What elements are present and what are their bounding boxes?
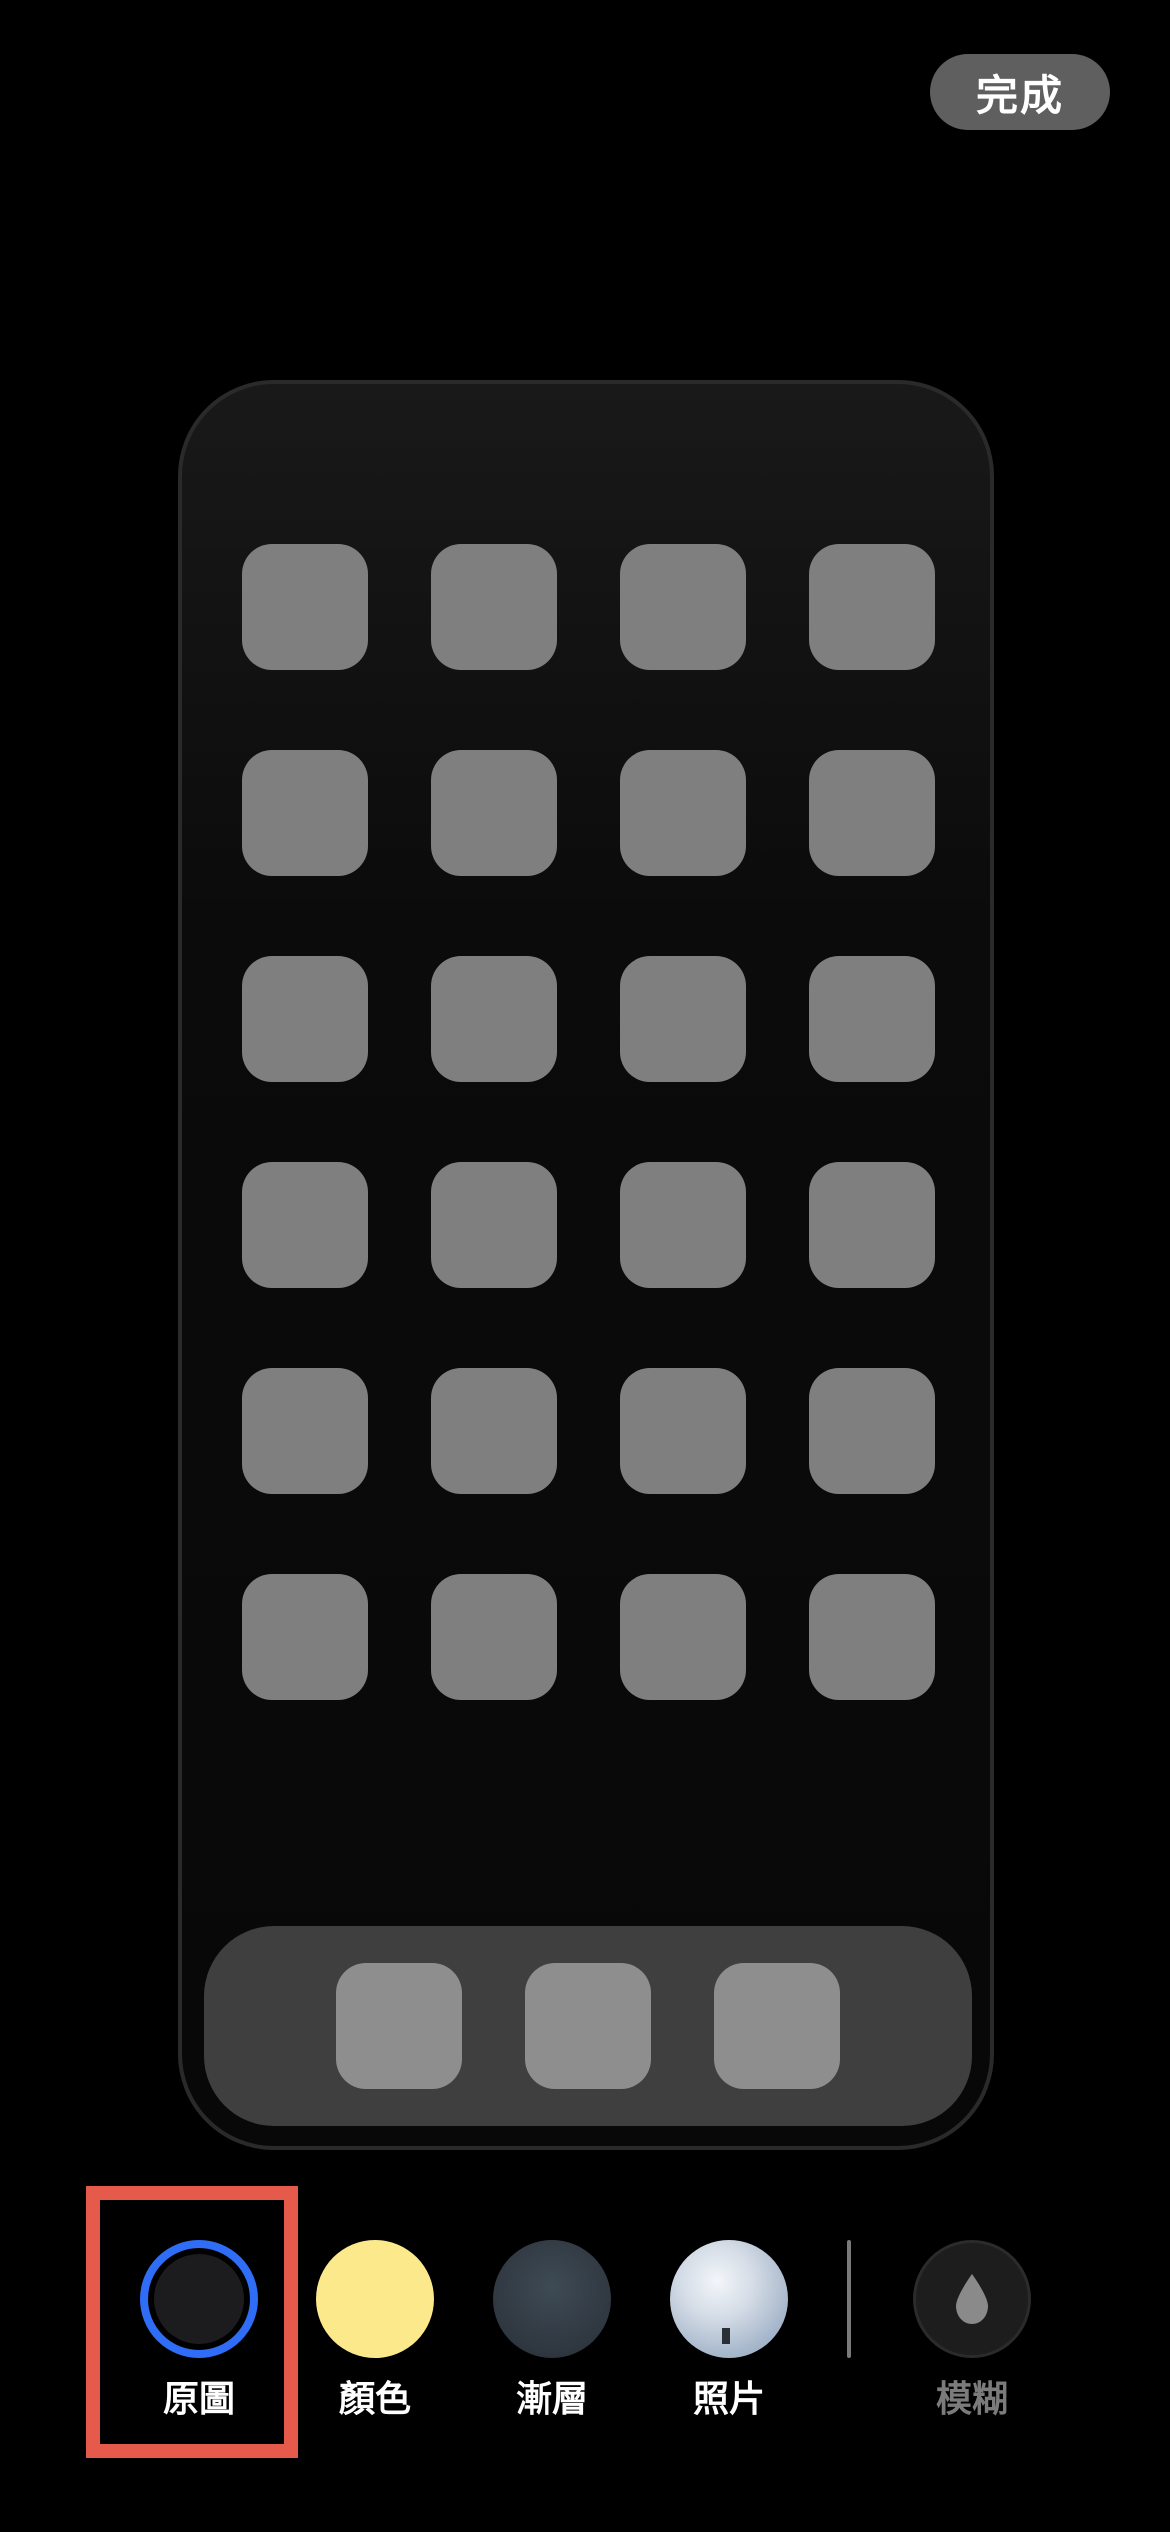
home-screen-preview xyxy=(178,380,994,2150)
wallpaper-option-blur[interactable]: 模糊 xyxy=(913,2240,1031,2422)
option-label: 照片 xyxy=(692,2379,765,2420)
app-icon-placeholder xyxy=(431,1574,557,1700)
wallpaper-option-photo[interactable]: 照片 xyxy=(670,2240,788,2422)
app-icon-grid xyxy=(242,544,938,1700)
color-swatch-icon[interactable] xyxy=(316,2240,434,2358)
app-icon-placeholder xyxy=(431,750,557,876)
option-label: 漸層 xyxy=(515,2379,588,2420)
gradient-swatch-icon[interactable] xyxy=(493,2240,611,2358)
option-label: 模糊 xyxy=(935,2379,1008,2420)
app-icon-placeholder xyxy=(431,956,557,1082)
app-icon-placeholder xyxy=(242,956,368,1082)
app-icon-placeholder xyxy=(809,1162,935,1288)
app-icon-placeholder xyxy=(620,1368,746,1494)
app-icon-placeholder xyxy=(620,1574,746,1700)
wallpaper-option-gradient[interactable]: 漸層 xyxy=(493,2240,611,2422)
app-icon-placeholder xyxy=(431,1368,557,1494)
dock-icon-placeholder xyxy=(525,1963,651,2089)
app-icon-placeholder xyxy=(431,1162,557,1288)
app-icon-placeholder xyxy=(809,544,935,670)
app-icon-placeholder xyxy=(620,956,746,1082)
app-icon-placeholder xyxy=(620,750,746,876)
photo-thumbnail-detail xyxy=(722,2328,730,2344)
app-icon-placeholder xyxy=(809,956,935,1082)
photo-swatch-icon[interactable] xyxy=(670,2240,788,2358)
app-icon-placeholder xyxy=(242,544,368,670)
app-icon-placeholder xyxy=(242,750,368,876)
app-icon-placeholder xyxy=(809,1368,935,1494)
app-icon-placeholder xyxy=(431,544,557,670)
app-icon-placeholder xyxy=(620,544,746,670)
app-icon-placeholder xyxy=(809,1574,935,1700)
options-divider xyxy=(847,2240,851,2358)
dock-icon-placeholder xyxy=(714,1963,840,2089)
done-button[interactable]: 完成 xyxy=(930,54,1110,130)
app-icon-placeholder xyxy=(242,1368,368,1494)
app-icon-placeholder xyxy=(809,750,935,876)
dock-icon-placeholder xyxy=(336,1963,462,2089)
app-icon-placeholder xyxy=(620,1162,746,1288)
dock xyxy=(204,1926,972,2126)
blur-toggle[interactable] xyxy=(913,2240,1031,2358)
option-label: 顏色 xyxy=(338,2379,411,2420)
blur-drop-icon xyxy=(956,2274,988,2324)
app-icon-placeholder xyxy=(242,1162,368,1288)
wallpaper-option-color[interactable]: 顏色 xyxy=(316,2240,434,2422)
app-icon-placeholder xyxy=(242,1574,368,1700)
selection-highlight-box xyxy=(86,2186,298,2458)
